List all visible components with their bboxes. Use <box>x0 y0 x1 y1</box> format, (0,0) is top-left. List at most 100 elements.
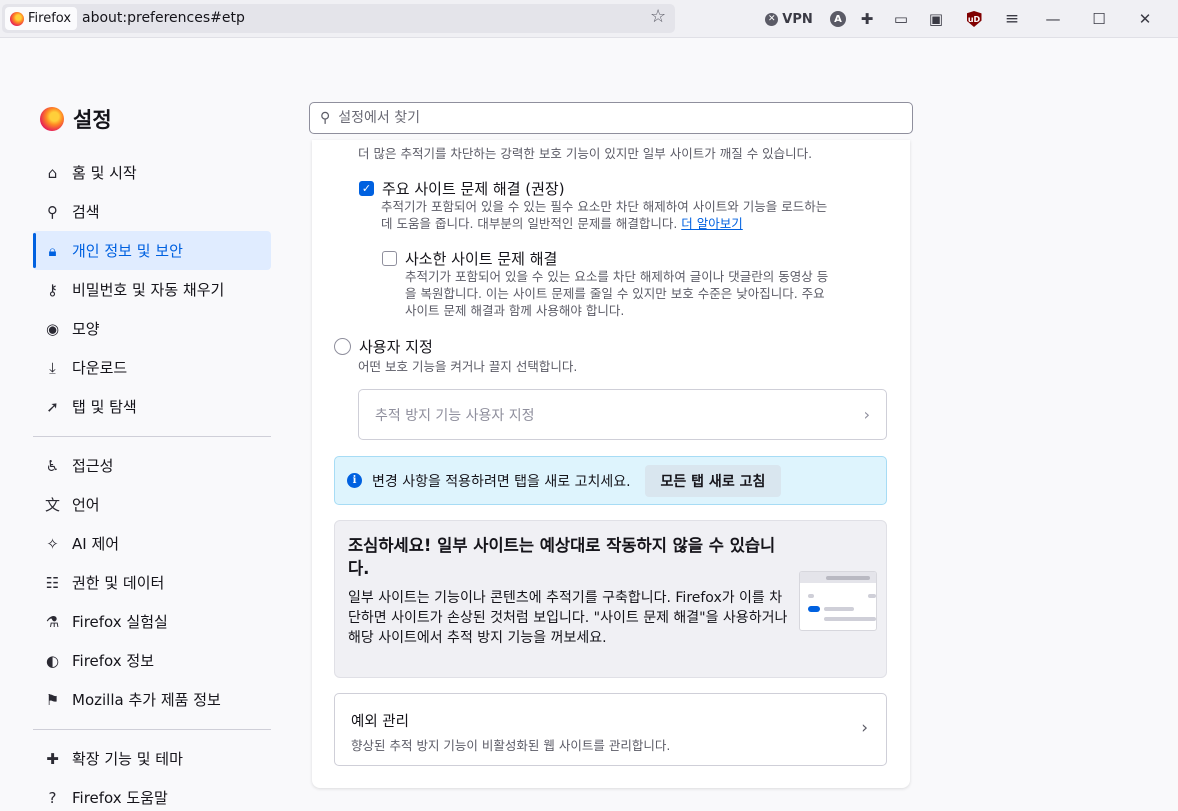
close-window-button[interactable]: ✕ <box>1122 0 1168 38</box>
hamburger-menu-icon[interactable]: ≡ <box>994 0 1030 38</box>
sidebar-item-cursor[interactable]: ➚ 탭 및 탐색 <box>33 387 271 426</box>
sidebar-item-label: 확장 기능 및 테마 <box>72 750 183 768</box>
etp-card: 더 많은 추적기를 차단하는 강력한 보호 기능이 있지만 일부 사이트가 깨질… <box>312 140 910 788</box>
puzzle-icon: ✚ <box>46 749 59 768</box>
containers-icon[interactable]: ▭ <box>884 0 918 38</box>
vpn-label: VPN <box>782 11 813 27</box>
sidebar-item-help[interactable]: ? Firefox 도움말 <box>33 778 271 811</box>
learn-more-link[interactable]: 더 알아보기 <box>681 216 742 231</box>
eye-icon: ◉ <box>45 319 60 338</box>
sidebar-item-label: 다운로드 <box>72 359 128 377</box>
lock-icon: 🔒︎ <box>48 241 57 260</box>
page-title: 설정 <box>73 108 112 132</box>
reload-info-bar: i 변경 사항을 적용하려면 탭을 새로 고치세요. 모든 탭 새로 고침 <box>334 456 887 505</box>
sidebar-item-key[interactable]: ⚷ 비밀번호 및 자동 채우기 <box>33 270 271 309</box>
sidebar-item-label: 비밀번호 및 자동 채우기 <box>72 281 225 299</box>
major-fix-checkbox[interactable]: ✓ <box>359 181 374 196</box>
settings-nav: ⌂ 홈 및 시작 ⚲ 검색 🔒︎ 개인 정보 및 보안 ⚷ 비밀번호 및 자동 채우기 ◉ 모양 ⤓… <box>33 153 271 811</box>
custom-description: 어떤 보호 기능을 켜거나 끌지 선택합니다. <box>358 359 578 374</box>
sidebar-item-sliders[interactable]: ☷ 권한 및 데이터 <box>33 563 271 602</box>
sidebar-item-sparkle[interactable]: ✧ AI 제어 <box>33 524 271 563</box>
nav-divider <box>33 729 271 730</box>
identity-label: Firefox <box>28 11 72 26</box>
sidebar-item-download[interactable]: ⤓ 다운로드 <box>33 348 271 387</box>
minor-fix-label: 사소한 사이트 문제 해결 <box>405 250 558 268</box>
sidebar-item-translate[interactable]: 文 언어 <box>33 485 271 524</box>
settings-search[interactable]: ⚲ <box>309 102 913 134</box>
ublock-origin-button[interactable]: uD <box>954 0 994 38</box>
sidebar-item-label: Mozilla 추가 제품 정보 <box>72 691 221 709</box>
identity-chip[interactable]: Firefox <box>5 7 77 30</box>
sidebar-item-label: 권한 및 데이터 <box>72 574 165 592</box>
firefox-icon: ◐ <box>45 651 60 670</box>
browser-toolbar: Firefox about:preferences#etp ☆ ✕ VPN A … <box>0 0 1178 38</box>
search-input[interactable] <box>338 110 912 126</box>
minimize-button[interactable]: — <box>1030 0 1076 38</box>
firefox-icon <box>10 11 24 26</box>
sidebar-item-flask[interactable]: ⚗ Firefox 실험실 <box>33 602 271 641</box>
accessibility-icon: ♿︎ <box>45 456 60 475</box>
reload-all-tabs-button[interactable]: 모든 탭 새로 고침 <box>644 464 782 497</box>
sidebar-item-label: Firefox 정보 <box>72 652 155 670</box>
customize-tracking-button[interactable]: 추적 방지 기능 사용자 지정 › <box>358 389 887 440</box>
sidebar-item-label: 검색 <box>72 203 100 221</box>
manage-exceptions-button[interactable]: 예외 관리 향상된 추적 방지 기능이 비활성화된 웹 사이트를 관리합니다. … <box>334 693 887 766</box>
url-text[interactable]: about:preferences#etp <box>82 10 245 26</box>
sidebar-item-label: Firefox 도움말 <box>72 789 168 807</box>
sidebar-item-label: AI 제어 <box>72 535 120 553</box>
sliders-icon: ☷ <box>45 573 60 592</box>
sidebar-item-label: Firefox 실험실 <box>72 613 168 631</box>
major-fix-row[interactable]: ✓ 주요 사이트 문제 해결 (권장) <box>359 178 565 199</box>
broken-site-illustration <box>799 571 877 631</box>
maximize-button[interactable]: ☐ <box>1076 0 1122 38</box>
sidebar-item-lock[interactable]: 🔒︎ 개인 정보 및 보안 <box>33 231 271 270</box>
sidebar-item-puzzle[interactable]: ✚ 확장 기능 및 테마 <box>33 739 271 778</box>
search-icon: ⚲ <box>320 110 331 126</box>
account-button[interactable]: A <box>826 0 850 38</box>
exceptions-description: 향상된 추적 방지 기능이 비활성화된 웹 사이트를 관리합니다. <box>351 738 671 753</box>
vpn-off-icon: ✕ <box>765 12 779 26</box>
mozilla-icon: ⚑ <box>45 690 60 709</box>
sidebar-item-label: 홈 및 시작 <box>72 164 137 182</box>
minor-fix-checkbox[interactable] <box>382 251 397 266</box>
help-icon: ? <box>48 788 57 807</box>
bookmark-star-icon[interactable]: ☆ <box>650 6 666 27</box>
custom-label: 사용자 지정 <box>359 338 433 356</box>
warning-title: 조심하세요! 일부 사이트는 예상대로 작동하지 않을 수 있습니다. <box>348 536 776 578</box>
warning-body: 일부 사이트는 기능이나 콘텐츠에 추적기를 구축합니다. Firefox가 이… <box>348 590 788 646</box>
sidebar-item-label: 모양 <box>72 320 100 338</box>
minor-fix-description: 추적기가 포함되어 있을 수 있는 요소를 차단 해제하여 글이나 댓글란의 동… <box>405 269 829 318</box>
vpn-button[interactable]: ✕ VPN <box>760 0 818 38</box>
sparkle-icon: ✧ <box>46 534 59 553</box>
exceptions-title: 예외 관리 <box>351 714 409 730</box>
sidebar-item-mozilla[interactable]: ⚑ Mozilla 추가 제품 정보 <box>33 680 271 719</box>
cursor-icon: ➚ <box>46 397 59 416</box>
custom-radio[interactable] <box>334 338 351 355</box>
custom-radio-row[interactable]: 사용자 지정 <box>334 336 433 357</box>
translate-icon: 文 <box>44 496 60 514</box>
account-avatar: A <box>830 11 846 27</box>
sidebar-item-label: 탭 및 탐색 <box>72 398 137 416</box>
sidebar-item-search[interactable]: ⚲ 검색 <box>33 192 271 231</box>
ublock-shield-icon: uD <box>966 11 982 27</box>
sidebar-item-home[interactable]: ⌂ 홈 및 시작 <box>33 153 271 192</box>
toolbar-icons: ✕ VPN A ✚ ▭ ▣ uD ≡ — ☐ ✕ <box>760 0 1168 38</box>
sidebar-item-accessibility[interactable]: ♿︎ 접근성 <box>33 446 271 485</box>
reload-info-text: 변경 사항을 적용하려면 탭을 새로 고치세요. <box>372 473 631 490</box>
major-fix-label: 주요 사이트 문제 해결 (권장) <box>382 180 565 198</box>
key-icon: ⚷ <box>47 280 58 299</box>
sidebar-item-eye[interactable]: ◉ 모양 <box>33 309 271 348</box>
search-icon: ⚲ <box>47 202 58 221</box>
home-icon: ⌂ <box>47 163 58 182</box>
warning-box: 조심하세요! 일부 사이트는 예상대로 작동하지 않을 수 있습니다. 일부 사… <box>334 520 887 678</box>
sidebar-toggle-icon[interactable]: ▣ <box>918 0 954 38</box>
sidebar-item-firefox[interactable]: ◐ Firefox 정보 <box>33 641 271 680</box>
settings-brand: 설정 <box>40 104 112 134</box>
sidebar-item-label: 접근성 <box>72 457 114 475</box>
extensions-puzzle-icon[interactable]: ✚ <box>850 0 884 38</box>
nav-divider <box>33 436 271 437</box>
url-bar[interactable]: Firefox about:preferences#etp ☆ <box>2 4 675 33</box>
info-icon: i <box>347 473 362 488</box>
download-icon: ⤓ <box>49 358 56 377</box>
minor-fix-row[interactable]: 사소한 사이트 문제 해결 <box>382 248 557 269</box>
